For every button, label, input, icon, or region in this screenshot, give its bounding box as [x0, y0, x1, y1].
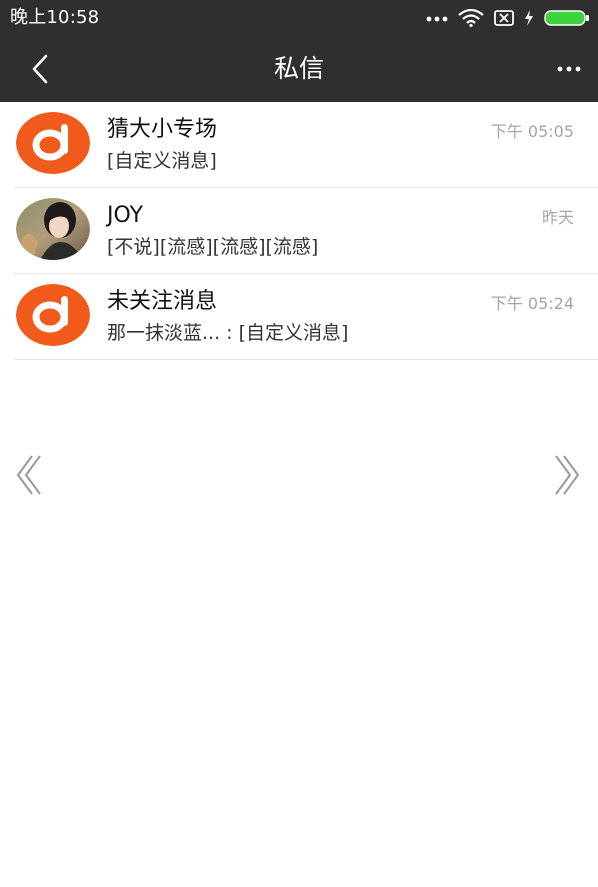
wifi-icon [458, 9, 484, 27]
battery-icon [544, 10, 590, 26]
status-bar: 晚上10:58 [0, 0, 598, 36]
status-icons [426, 8, 590, 28]
message-item[interactable]: JOY [不说][流感][流感][流感] 昨天 [14, 188, 598, 274]
message-time: 下午 05:24 [490, 294, 574, 313]
message-preview: 那一抹淡蓝... : [自定义消息] [107, 322, 349, 344]
next-page-button[interactable] [550, 454, 582, 496]
message-sender: 未关注消息 [107, 289, 218, 314]
message-sender: 猜大小专场 [107, 117, 218, 142]
prev-page-button[interactable] [14, 454, 46, 496]
app-header: 私信 [0, 36, 598, 102]
status-time: 晚上10:58 [10, 7, 100, 28]
message-preview: [不说][流感][流感][流感] [107, 236, 319, 258]
message-item[interactable]: 猜大小专场 [自定义消息] 下午 05:05 [14, 102, 598, 188]
message-time: 下午 05:05 [490, 122, 574, 141]
message-list: 猜大小专场 [自定义消息] 下午 05:05 JOY [不说][流感][流感][… [0, 102, 598, 360]
charging-icon [524, 10, 534, 26]
more-dots-icon [426, 14, 448, 22]
double-chevron-left-icon [16, 455, 41, 495]
message-time: 昨天 [541, 208, 574, 227]
double-chevron-right-icon [555, 455, 580, 495]
message-sender: JOY [107, 203, 144, 228]
avatar [16, 198, 90, 260]
sim-card-icon [494, 10, 514, 26]
brand-logo-icon [16, 284, 90, 346]
message-item[interactable]: 未关注消息 那一抹淡蓝... : [自定义消息] 下午 05:24 [14, 274, 598, 360]
brand-logo-icon [16, 112, 90, 174]
page-title: 私信 [273, 54, 324, 83]
more-dots-icon [557, 66, 581, 72]
more-button[interactable] [556, 58, 582, 80]
message-preview: [自定义消息] [107, 150, 217, 172]
